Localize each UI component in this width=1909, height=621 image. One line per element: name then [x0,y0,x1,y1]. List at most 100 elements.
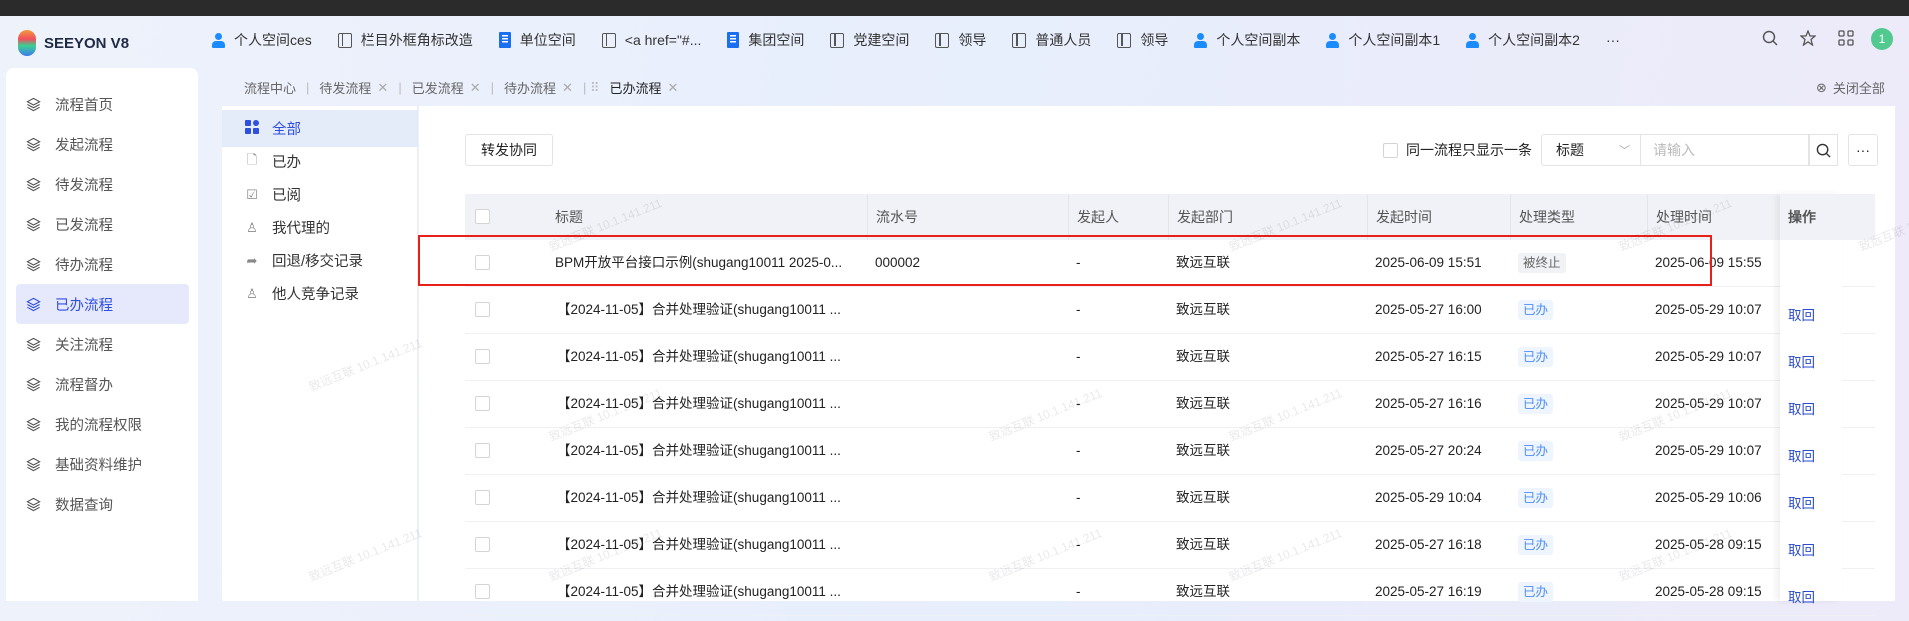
row-checkbox[interactable] [475,396,490,411]
column-header[interactable]: 处理类型 [1510,194,1575,240]
nav-item[interactable]: 领导 [935,30,986,50]
retrieve-link[interactable]: 取回 [1788,434,1815,480]
sidebar-item[interactable]: 待办流程 [16,244,189,284]
nav-item[interactable]: 个人空间副本 [1194,30,1300,50]
seeyon-logo-icon [18,30,36,56]
row-checkbox[interactable] [475,349,490,364]
retrieve-link[interactable]: 取回 [1788,340,1815,386]
close-all-tabs-button[interactable]: ⊗ 关闭全部 [1816,78,1885,97]
dedupe-checkbox[interactable] [1383,142,1398,158]
tab-label: 已发流程 [411,81,464,96]
retrieve-link[interactable]: 取回 [1788,528,1815,574]
row-checkbox[interactable] [475,537,490,552]
sidebar-item[interactable]: 我的流程权限 [16,404,189,444]
close-icon[interactable]: ✕ [667,80,678,96]
more-options-button[interactable]: ··· [1848,134,1878,166]
search-button[interactable] [1809,134,1838,166]
table-row[interactable]: 【2024-11-05】合并处理验证(shugang10011 ... - 致远互联… [465,381,1875,428]
subnav-item[interactable]: ♙ 我代理的 [222,209,418,246]
nav-more-button[interactable]: ··· [1606,32,1620,48]
nav-item[interactable]: 集团空间 [727,30,804,50]
search-input[interactable]: 请输入 [1641,134,1809,166]
table-row[interactable]: 【2024-11-05】合并处理验证(shugang10011 ... - 致远互联… [465,428,1875,475]
status-badge: 已办 [1518,488,1554,508]
cell-dept: 致远互联 [1176,255,1230,270]
search-icon[interactable] [1762,30,1778,51]
close-icon[interactable]: ✕ [470,80,481,96]
cell-title: 【2024-11-05】合并处理验证(shugang10011 ... [557,490,841,505]
sidebar: 流程首页 发起流程 待发流程 已发流程 待办流程已办流程关注流程 流程督办我的流程权限基础… [6,68,198,601]
tab[interactable]: 待办流程 ✕ [504,78,573,97]
cell-dept: 致远互联 [1176,302,1230,317]
retrieve-link[interactable]: 取回 [1788,293,1815,339]
logo[interactable]: SEEYON V8 [18,30,129,56]
column-header[interactable]: 发起部门 [1168,194,1233,240]
column-header[interactable]: 流水号 [867,194,918,240]
tab[interactable]: 已办流程 ✕ [609,78,678,97]
nav-item[interactable]: <a href="#... [601,32,701,48]
row-checkbox[interactable] [475,584,490,599]
nav-item-label: 普通人员 [1035,32,1092,48]
subnav-item[interactable]: ☑ 已阅 [222,176,418,213]
nav-item[interactable]: 个人空间副本2 [1466,30,1580,50]
table-row[interactable]: BPM开放平台接口示例(shugang10011 2025-0... 000002… [465,240,1875,287]
close-icon[interactable]: ✕ [562,80,573,96]
table-row[interactable]: 【2024-11-05】合并处理验证(shugang10011 ... - 致远互联… [465,287,1875,334]
nav-item[interactable]: 单位空间 [498,30,576,50]
sidebar-item[interactable]: 流程督办 [16,364,189,404]
retrieve-link[interactable]: 取回 [1788,575,1815,621]
row-checkbox[interactable] [475,490,490,505]
sidebar-item[interactable]: 基础资料维护 [16,444,189,484]
retrieve-link[interactable]: 取回 [1788,387,1815,433]
subnav-item[interactable]: 全部 [222,110,418,147]
sidebar-item[interactable]: 发起流程 [16,124,189,164]
sidebar-item[interactable]: 已发流程 [16,204,189,244]
row-checkbox[interactable] [475,443,490,458]
retrieve-link[interactable]: 取回 [1788,481,1815,527]
table-row[interactable]: 【2024-11-05】合并处理验证(shugang10011 ... - 致远互联… [465,569,1875,616]
nav-item[interactable]: 普通人员 [1012,30,1091,50]
row-checkbox[interactable] [475,302,490,317]
column-header[interactable]: 发起人 [1068,194,1119,240]
sidebar-item[interactable]: 关注流程 [16,324,189,364]
nav-item[interactable]: 领导 [1117,30,1168,50]
sidebar-item[interactable]: 已办流程 [16,284,189,324]
tab-root[interactable]: 流程中心 [244,78,296,97]
cell-handled: 2025-05-29 10:07 [1655,396,1762,411]
subnav-item[interactable]: ♙ 他人竞争记录 [222,275,418,312]
nav-item-label: 集团空间 [748,32,805,48]
nav-item[interactable]: 栏目外框角标改造 [337,30,473,50]
sidebar-item[interactable]: 待发流程 [16,164,189,204]
sidebar-item-label: 我的流程权限 [55,417,142,434]
nav-item[interactable]: 个人空间副本1 [1326,30,1440,50]
column-header[interactable]: 标题 [547,194,583,240]
table-row[interactable]: 【2024-11-05】合并处理验证(shugang10011 ... - 致远互联… [465,475,1875,522]
nav-item[interactable]: 党建空间 [830,30,909,50]
sidebar-item[interactable]: 流程首页 [16,84,189,124]
column-header[interactable]: 发起时间 [1367,194,1432,240]
tab[interactable]: 已发流程 ✕ [412,78,481,97]
sidebar-item-label: 已办流程 [55,297,113,314]
tab[interactable]: 待发流程 ✕ [319,78,388,97]
row-checkbox[interactable] [475,255,490,270]
dedupe-filter[interactable]: 同一流程只显示一条 [1383,134,1532,166]
user-avatar[interactable]: 1 [1871,28,1893,50]
table-row[interactable]: 【2024-11-05】合并处理验证(shugang10011 ... - 致远互联… [465,334,1875,381]
star-icon[interactable] [1799,29,1817,51]
cell-title: 【2024-11-05】合并处理验证(shugang10011 ... [557,537,841,552]
doc-clock-icon: 🗋 [246,151,258,167]
forward-collaboration-button[interactable]: 转发协同 [465,134,553,166]
sidebar-item[interactable]: 数据查询 [16,484,189,524]
subnav-item[interactable]: ➦ 回退/移交记录 [222,242,418,279]
cell-dept: 致远互联 [1176,537,1230,552]
apps-grid-icon[interactable] [1838,30,1854,51]
close-icon[interactable]: ✕ [377,80,388,96]
select-all-checkbox[interactable] [475,209,490,224]
status-badge: 已办 [1518,394,1554,414]
subnav-item[interactable]: 🗋 已办 [222,143,418,180]
column-header[interactable]: 处理时间 [1647,194,1712,240]
table-row[interactable]: 【2024-11-05】合并处理验证(shugang10011 ... - 致远互联… [465,522,1875,569]
nav-item[interactable]: 个人空间ces [212,30,312,50]
search-field-select[interactable]: 标题 ﹀ [1541,134,1641,166]
cell-start: 2025-05-27 16:18 [1375,537,1482,552]
